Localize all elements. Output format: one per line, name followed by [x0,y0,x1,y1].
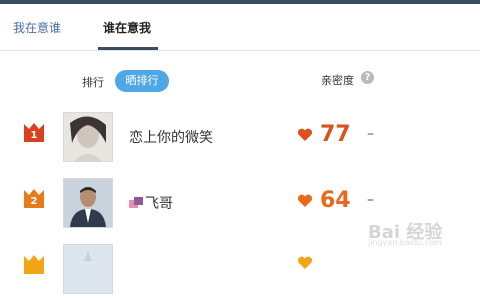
intimacy-header: 亲密度 [321,74,354,87]
help-icon[interactable]: ? [361,71,374,84]
heart-icon [297,194,313,207]
tab-i-care[interactable]: 我在意谁 [13,20,61,36]
avatar[interactable] [63,244,113,294]
user-name-text: 飞哥 [145,196,173,212]
watermark-sub: jingyan.baidu.com [368,238,442,247]
crown-icon: 1 [22,120,46,144]
list-item: 1 恋上你的微笑 77 – [0,104,480,168]
trend-indicator: – [367,126,374,142]
baidu-watermark: Bai 经验 jingyan.baidu.com [362,200,480,250]
intimacy-score: 64 [320,188,351,213]
rank-header: 排行 [82,76,104,89]
avatar[interactable] [63,112,113,162]
user-name[interactable]: 飞哥 [129,193,173,213]
rank-number: 2 [30,196,38,207]
intimacy-score: 77 [320,122,351,147]
crown-icon: 2 [22,186,46,210]
user-name[interactable]: 恋上你的微笑 [129,127,213,147]
active-tab-indicator [98,47,158,50]
avatar[interactable] [63,178,113,228]
share-rank-button[interactable]: 晒排行 [115,70,169,92]
tab-bar: 我在意谁 谁在意我 [0,4,480,51]
heart-icon [297,256,313,269]
user-badge-icon [129,197,143,208]
crown-icon [22,252,46,276]
tab-cares-about-me[interactable]: 谁在意我 [103,20,151,36]
heart-icon [297,128,313,141]
rank-number: 1 [30,130,38,141]
